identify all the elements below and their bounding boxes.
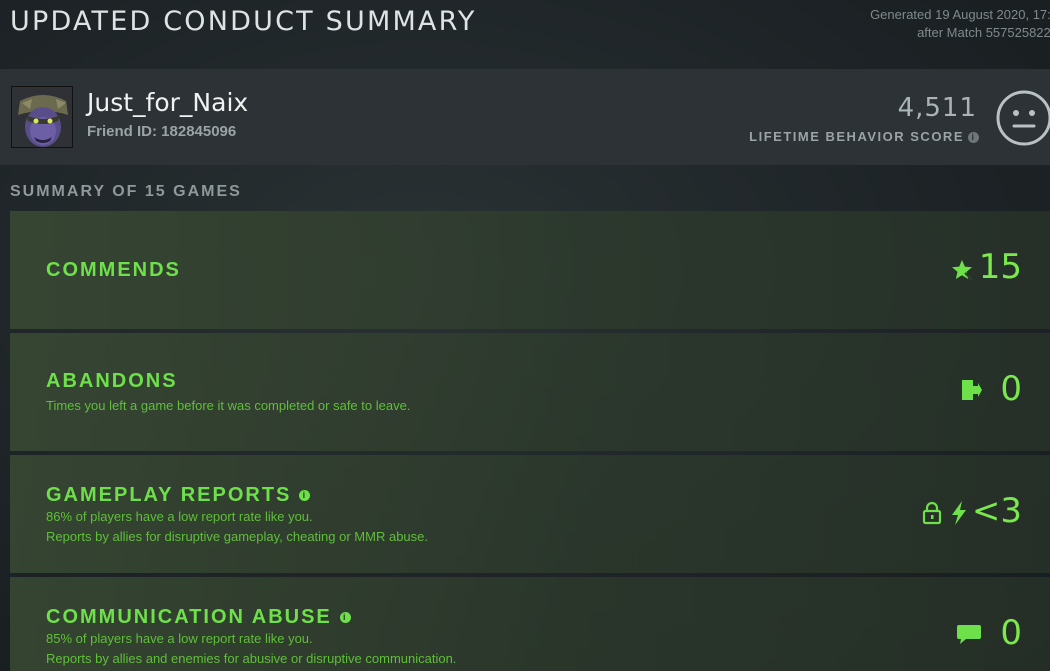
info-icon[interactable]: i [968,132,979,144]
neutral-face-icon [995,89,1050,147]
abandons-description: Times you left a game before it was comp… [46,398,411,413]
commends-card: COMMENDS 15 [10,211,1050,329]
behavior-score-label: LIFETIME BEHAVIOR SCORE i [749,129,979,144]
info-icon[interactable]: i [339,612,351,623]
commends-value: 15 [978,247,1022,287]
abandons-icons [960,378,982,402]
communication-abuse-title-text: COMMUNICATION ABUSE [46,606,332,628]
gameplay-reports-title: GAMEPLAY REPORTS i [46,484,311,507]
generated-date: Generated 19 August 2020, 17:4 [870,7,1050,22]
generated-info: Generated 19 August 2020, 17:4 after Mat… [870,6,1050,42]
page-title: UPDATED CONDUCT SUMMARY [10,6,477,37]
exit-door-icon [962,380,982,400]
communication-abuse-icons [956,622,982,646]
gameplay-reports-explanation: Reports by allies for disruptive gamepla… [46,529,428,544]
player-profile-bar: Just_for_Naix Friend ID: 182845096 4,511… [0,69,1050,165]
communication-abuse-card: COMMUNICATION ABUSE i 85% of players have… [10,577,1050,671]
conduct-summary-screen: UPDATED CONDUCT SUMMARY Generated 19 Aug… [0,0,1050,671]
communication-abuse-explanation: Reports by allies and enemies for abusiv… [46,651,457,666]
behavior-score-label-text: LIFETIME BEHAVIOR SCORE [749,129,964,144]
gameplay-reports-value: <3 [971,491,1022,531]
info-icon[interactable]: i [299,490,311,501]
commends-icons [950,258,974,282]
player-name: Just_for_Naix [87,88,249,117]
avatar[interactable] [11,86,73,148]
star-icon [952,260,973,281]
communication-abuse-description: 85% of players have a low report rate li… [46,629,456,669]
behavior-score: 4,511 [897,93,977,123]
generated-match: after Match 5575258227 [917,25,1050,40]
commends-title: COMMENDS [46,259,181,281]
gameplay-reports-title-text: GAMEPLAY REPORTS [46,484,292,506]
abandons-card: ABANDONS Times you left a game before it… [10,333,1050,451]
communication-abuse-value: 0 [1000,613,1022,653]
gameplay-reports-description: 86% of players have a low report rate li… [46,507,428,547]
gameplay-reports-stat: 86% of players have a low report rate li… [46,509,313,524]
abandons-value: 0 [1000,369,1022,409]
abandons-title: ABANDONS [46,370,178,392]
header-bar: UPDATED CONDUCT SUMMARY Generated 19 Aug… [0,0,1050,68]
lightning-icon [952,501,966,525]
hero-portrait-icon [12,87,72,147]
gameplay-reports-card: GAMEPLAY REPORTS i 86% of players have a … [10,455,1050,573]
lock-icon [922,501,942,525]
chat-bubble-icon [957,625,981,644]
communication-abuse-title: COMMUNICATION ABUSE i [46,606,351,629]
summary-heading: SUMMARY OF 15 GAMES [10,183,242,200]
communication-abuse-stat: 85% of players have a low report rate li… [46,631,313,646]
gameplay-reports-icons [922,500,968,526]
friend-id: Friend ID: 182845096 [87,123,237,140]
